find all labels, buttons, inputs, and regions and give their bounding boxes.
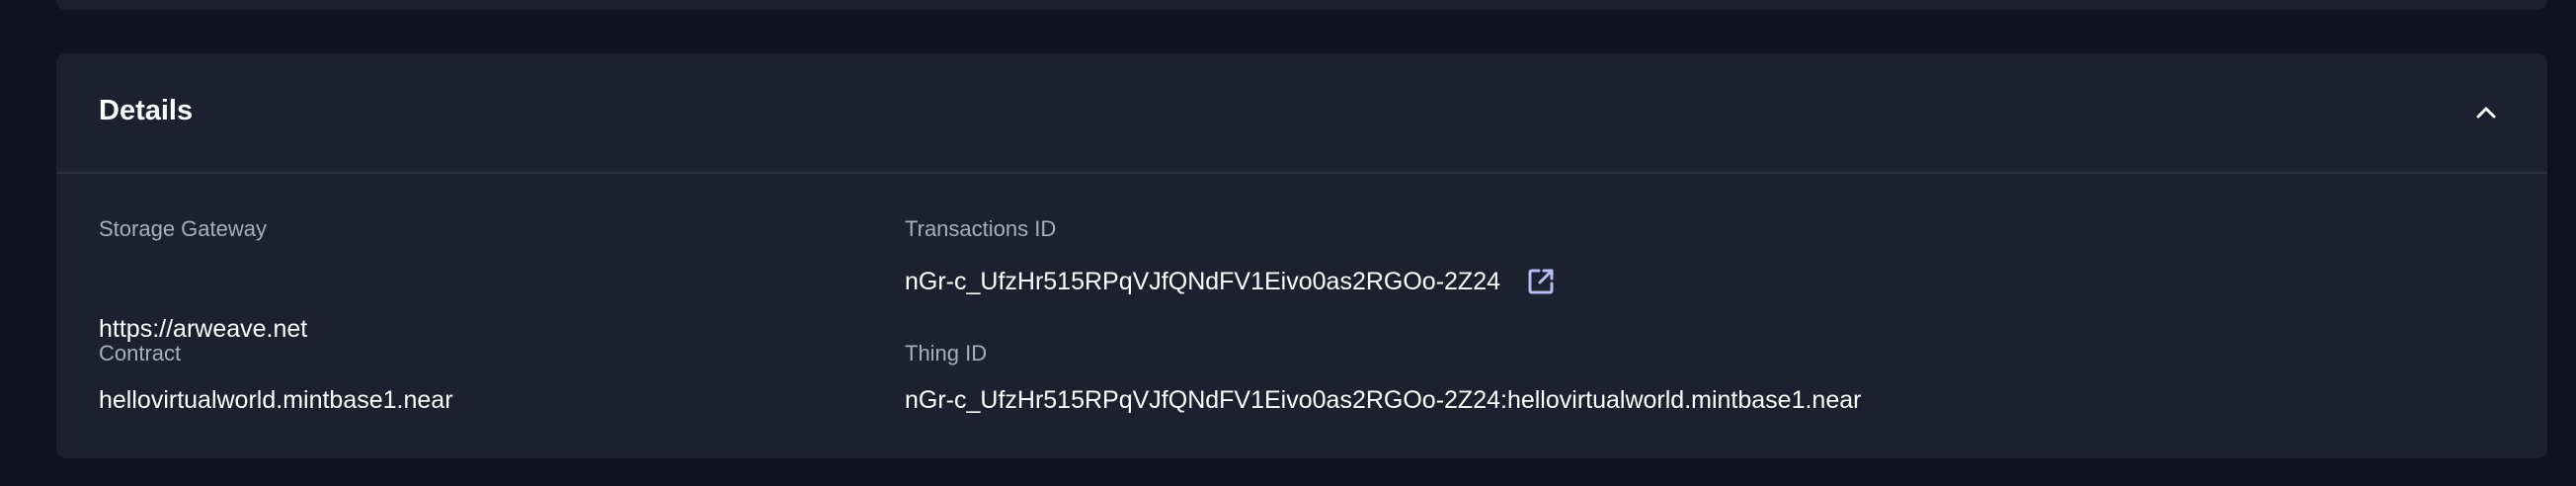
transactions-id-label: Transactions ID [905,216,1057,241]
details-title: Details [99,95,194,126]
contract-value: hellovirtualworld.mintbase1.near [99,386,453,414]
storage-gateway-label: Storage Gateway [99,216,267,241]
details-card: Details Storage Gateway https://arweave.… [56,53,2547,458]
previous-card-edge [56,0,2547,10]
chevron-up-icon [2476,107,2496,119]
thing-id-value: nGr-c_UfzHr515RPqVJfQNdFV1Eivo0as2RGOo-2… [905,386,1862,414]
external-link-icon[interactable] [1524,265,1558,298]
contract-label: Contract [99,341,182,365]
thing-id-label: Thing ID [905,341,988,365]
collapse-button[interactable] [2468,95,2504,130]
details-header[interactable]: Details [56,53,2547,174]
transactions-id-value: nGr-c_UfzHr515RPqVJfQNdFV1Eivo0as2RGOo-2… [905,268,1501,295]
transactions-id-row: nGr-c_UfzHr515RPqVJfQNdFV1Eivo0as2RGOo-2… [905,265,1558,298]
